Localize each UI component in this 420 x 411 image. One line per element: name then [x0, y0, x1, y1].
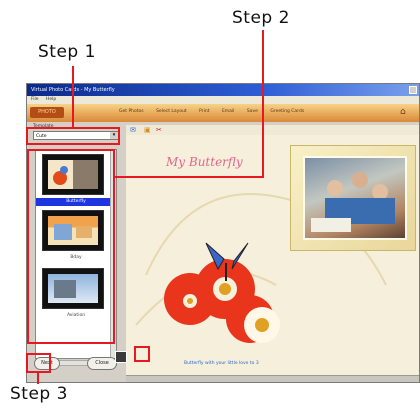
brand-logo: PHOTO: [30, 107, 64, 118]
step-2-highlight: [27, 149, 115, 344]
card-caption: Butterfly with your little love to 3: [184, 361, 259, 366]
menu-bar: File Help: [27, 96, 419, 104]
flower-illustration: [164, 242, 280, 343]
step-3-connector: [37, 373, 39, 384]
close-button[interactable]: Close: [87, 357, 117, 370]
tab-save[interactable]: Save: [247, 109, 258, 114]
step-2-connector-horizontal: [115, 176, 264, 178]
menu-file[interactable]: File: [31, 97, 39, 102]
close-window-icon[interactable]: [409, 86, 417, 94]
photo-frame[interactable]: [290, 145, 416, 251]
tab-select-layout[interactable]: Select Layout: [156, 109, 187, 114]
home-icon[interactable]: ⌂: [400, 107, 411, 118]
menu-help[interactable]: Help: [46, 97, 56, 102]
step-3-highlight: [26, 353, 51, 373]
step-1-connector: [72, 66, 74, 127]
tab-get-photos[interactable]: Get Photos: [119, 109, 144, 114]
step-1-highlight: [26, 127, 120, 145]
family-photo[interactable]: [303, 156, 407, 240]
card-title: My Butterfly: [166, 155, 243, 169]
step-2-label: Step 2: [232, 8, 290, 28]
step-3-label: Step 3: [10, 384, 68, 404]
family-photo-image: [311, 172, 395, 232]
status-strip: [126, 375, 419, 382]
workflow-tabs: Get Photos Select Layout Print Email Sav…: [119, 109, 315, 114]
step-2-connector-vertical: [262, 30, 264, 178]
canvas-icon-highlight: [134, 346, 150, 362]
tab-email[interactable]: Email: [222, 109, 235, 114]
card-canvas: ✉ ▣ ✂ My Butterfly Butterfly with your l…: [126, 125, 419, 375]
tab-print[interactable]: Print: [199, 109, 209, 114]
tab-greeting-cards[interactable]: Greeting Cards: [270, 109, 304, 114]
photo-thumbnail-icon[interactable]: [115, 351, 127, 363]
title-bar: Virtual Photo Cards - My Butterfly: [27, 84, 419, 96]
step-1-label: Step 1: [38, 42, 96, 62]
main-toolbar: PHOTO Get Photos Select Layout Print Ema…: [27, 104, 419, 122]
